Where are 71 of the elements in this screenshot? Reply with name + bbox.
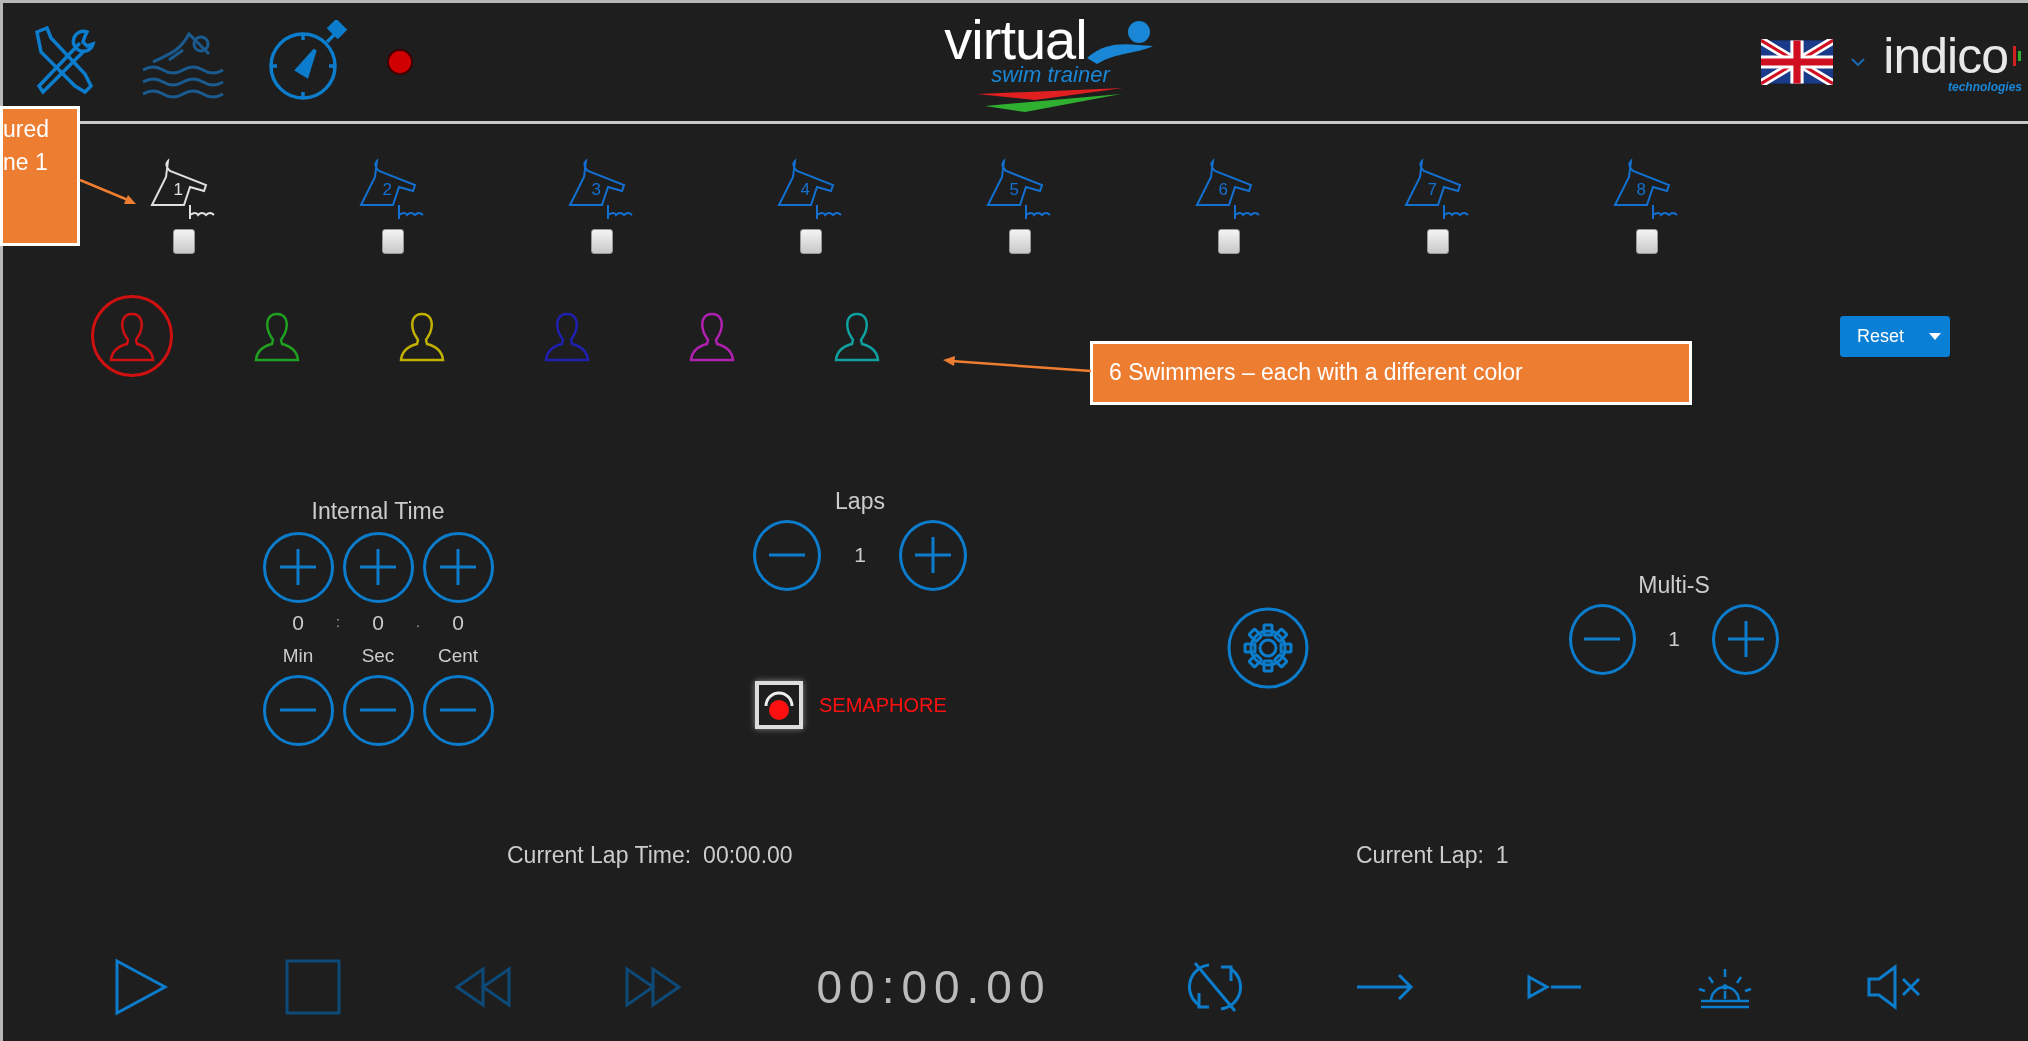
current-lap-value: 1: [1495, 841, 1509, 870]
lane-button[interactable]: 6: [1192, 157, 1265, 223]
brand-tagline: technologies: [1947, 81, 2022, 93]
time-unit-label: Min: [282, 644, 314, 669]
reset-button[interactable]: Reset: [1839, 315, 1921, 357]
dropdown-toggle-button[interactable]: [1920, 315, 1950, 357]
language-button[interactable]: [1761, 39, 1834, 85]
language-dropdown-button[interactable]: [1851, 58, 1866, 66]
current-lap-time-label: Current Lap Time:: [507, 841, 692, 870]
time-unit-label: Cent: [437, 644, 479, 669]
semaphore-label: SEMAPHORE: [819, 692, 947, 718]
decrement-button[interactable]: [753, 519, 821, 591]
increment-button[interactable]: [422, 531, 494, 603]
increment-button[interactable]: [262, 531, 334, 603]
minus-icon: [1582, 637, 1623, 642]
plus-icon: [913, 535, 954, 576]
plus-icon: [438, 547, 478, 588]
decrement-button[interactable]: [342, 674, 414, 746]
logo-tagline: swim trainer: [991, 64, 1110, 86]
laps-value: 1: [853, 542, 867, 569]
caret-icon: [1929, 333, 1941, 341]
increment-button[interactable]: [899, 519, 967, 591]
plus-icon: [278, 547, 318, 588]
uk-flag-icon: [1761, 39, 1834, 85]
lane-button[interactable]: 5: [983, 157, 1056, 223]
lane-checkbox[interactable]: [1008, 229, 1031, 254]
lane-button[interactable]: 4: [774, 157, 847, 223]
brand-bars-icon: [2012, 44, 2022, 68]
minus-icon: [438, 708, 478, 713]
lane-button[interactable]: 7: [1401, 157, 1474, 223]
laps-label: Laps: [834, 488, 886, 516]
lane-checkbox[interactable]: [1426, 229, 1449, 254]
decrement-button[interactable]: [422, 674, 494, 746]
decrement-button[interactable]: [1569, 603, 1636, 675]
minus-icon: [766, 553, 807, 558]
current-lap-label: Current Lap:: [1356, 841, 1484, 870]
annotation-callout: ured ne 1: [0, 106, 80, 246]
multi-s-value: 1: [1667, 626, 1681, 653]
timer-display: 00:00.00: [816, 959, 1052, 1015]
annotation-callout: 6 Swimmers – each with a different color: [1090, 341, 1692, 405]
minus-icon: [278, 708, 318, 713]
plus-icon: [358, 547, 398, 588]
internal-time-label: Internal Time: [310, 498, 446, 526]
settings-icon: [1226, 606, 1310, 690]
time-value: 0: [292, 609, 304, 636]
lane-checkbox[interactable]: [1217, 229, 1240, 254]
caret-icon: [1851, 58, 1866, 66]
multi-s-label: Multi-S: [1637, 572, 1711, 600]
time-separator: .: [416, 612, 420, 632]
time-separator: :: [336, 612, 340, 632]
lane-checkbox[interactable]: [381, 229, 404, 254]
lane-checkbox[interactable]: [172, 229, 195, 254]
lane-checkbox[interactable]: [590, 229, 613, 254]
increment-button[interactable]: [342, 531, 414, 603]
lane-button[interactable]: 3: [565, 157, 638, 223]
semaphore-button[interactable]: [755, 680, 803, 729]
lane-button[interactable]: 1: [147, 157, 220, 223]
minus-icon: [358, 708, 398, 713]
lane-button[interactable]: 2: [356, 157, 429, 223]
time-value: 0: [452, 609, 464, 636]
increment-button[interactable]: [1712, 603, 1779, 675]
time-value: 0: [372, 609, 384, 636]
lane-checkbox[interactable]: [799, 229, 822, 254]
lane-checkbox[interactable]: [1635, 229, 1658, 254]
current-lap-time-value: 00:00.00: [703, 841, 793, 870]
lane-button[interactable]: 8: [1610, 157, 1683, 223]
stop-icon: [283, 957, 343, 1017]
time-unit-label: Sec: [361, 644, 395, 669]
plus-icon: [1725, 619, 1766, 660]
brand-logo-text: indico: [1883, 31, 2008, 81]
decrement-button[interactable]: [262, 674, 334, 746]
